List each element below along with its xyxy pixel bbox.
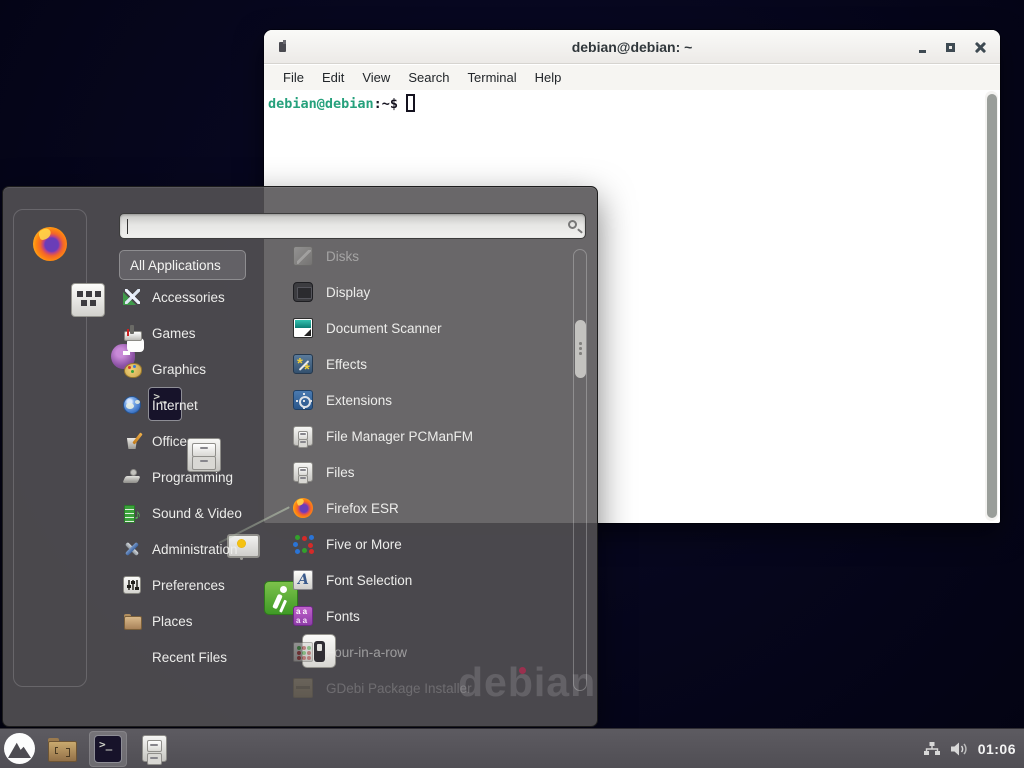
app-item-firefox-esr[interactable]: Firefox ESR (293, 493, 571, 523)
menu-search[interactable]: Search (399, 67, 458, 88)
app-item-disks[interactable]: Disks (293, 241, 571, 271)
file-cabinet-icon (293, 426, 313, 446)
clock[interactable]: 01:06 (978, 741, 1016, 757)
firefox-icon (293, 498, 313, 518)
minimize-button[interactable] (919, 50, 926, 53)
terminal-menubar: File Edit View Search Terminal Help (264, 65, 1000, 90)
app-item-five-or-more[interactable]: Five or More (293, 529, 571, 559)
blank-icon (123, 648, 141, 666)
file-cabinet-icon (293, 462, 313, 482)
search-input[interactable] (119, 213, 586, 239)
category-office[interactable]: Office (123, 426, 283, 456)
app-item-file-manager-pcmanfm[interactable]: File Manager PCManFM (293, 421, 571, 451)
keyboard-icon[interactable] (71, 283, 105, 317)
volume-icon[interactable] (950, 741, 969, 757)
display-icon (293, 282, 313, 302)
taskbar-files-button[interactable] (135, 731, 173, 767)
category-programming[interactable]: Programming (123, 462, 283, 492)
menu-file[interactable]: File (274, 67, 313, 88)
desktop-background: debian@debian: ~ File Edit View Search T… (0, 0, 1024, 768)
five-or-more-icon (293, 534, 313, 554)
menu-terminal[interactable]: Terminal (459, 67, 526, 88)
menu-edit[interactable]: Edit (313, 67, 353, 88)
category-places[interactable]: Places (123, 606, 283, 636)
category-all-applications[interactable]: All Applications (119, 250, 246, 280)
app-item-fonts[interactable]: Fonts (293, 601, 571, 631)
file-manager-folder-icon (48, 738, 76, 760)
files-cabinet-icon (142, 735, 167, 762)
extensions-icon (293, 390, 313, 410)
graphics-icon (123, 360, 141, 378)
administration-icon (123, 540, 141, 558)
close-button[interactable] (975, 42, 986, 53)
prompt-user-host: debian@debian (268, 96, 374, 112)
app-item-files[interactable]: Files (293, 457, 571, 487)
search-icon (568, 220, 577, 229)
app-item-extensions[interactable]: Extensions (293, 385, 571, 415)
category-games[interactable]: Games (123, 318, 283, 348)
programming-icon (123, 468, 141, 486)
taskbar-terminal-button[interactable] (89, 731, 127, 767)
app-item-effects[interactable]: Effects (293, 349, 571, 379)
category-graphics[interactable]: Graphics (123, 354, 283, 384)
menu-help[interactable]: Help (526, 67, 571, 88)
gdebi-icon (293, 678, 313, 698)
app-item-font-selection[interactable]: Font Selection (293, 565, 571, 595)
category-recent-files[interactable]: Recent Files (123, 642, 283, 672)
games-icon (123, 324, 141, 342)
font-selection-icon (293, 570, 313, 590)
disks-icon (293, 246, 313, 266)
terminal-window-title: debian@debian: ~ (264, 39, 1000, 55)
firefox-icon[interactable] (33, 227, 67, 261)
effects-icon (293, 354, 313, 374)
office-icon (123, 432, 141, 450)
menu-orb-icon[interactable] (4, 733, 35, 764)
app-item-display[interactable]: Display (293, 277, 571, 307)
taskbar: 01:06 (0, 728, 1024, 768)
app-item-document-scanner[interactable]: Document Scanner (293, 313, 571, 343)
shell-prompt: debian@debian:~$ (268, 94, 415, 112)
category-label: All Applications (130, 258, 221, 273)
sound-video-icon (123, 504, 141, 522)
terminal-icon (94, 735, 122, 763)
document-scanner-icon (293, 318, 313, 338)
network-icon[interactable] (923, 741, 941, 757)
debian-watermark-dot (519, 667, 526, 674)
terminal-window-icon (279, 42, 286, 52)
maximize-button[interactable] (946, 43, 955, 52)
fonts-icon (293, 606, 313, 626)
app-list-scrollbar-thumb[interactable] (575, 320, 586, 378)
debian-watermark: debian (458, 659, 596, 706)
category-administration[interactable]: Administration (123, 534, 283, 564)
taskbar-file-manager-button[interactable] (43, 731, 81, 767)
places-icon (123, 612, 141, 630)
category-preferences[interactable]: Preferences (123, 570, 283, 600)
application-menu: All Applications Accessories Games Graph… (2, 186, 598, 727)
system-tray: 01:06 (923, 741, 1024, 757)
text-caret (127, 219, 128, 234)
folder-mark (55, 747, 58, 754)
prompt-suffix: :~$ (374, 96, 398, 112)
preferences-icon (123, 576, 141, 594)
terminal-cursor (406, 94, 415, 112)
terminal-titlebar[interactable]: debian@debian: ~ (264, 30, 1000, 64)
app-list-scrollbar[interactable] (573, 249, 587, 691)
accessories-icon (123, 288, 141, 306)
category-accessories[interactable]: Accessories (123, 282, 283, 312)
internet-icon (123, 396, 141, 414)
terminal-scrollbar[interactable] (985, 91, 998, 521)
menu-view[interactable]: View (353, 67, 399, 88)
four-in-a-row-icon (293, 642, 313, 662)
terminal-scrollbar-thumb[interactable] (987, 94, 997, 518)
favorites-panel (13, 209, 87, 687)
category-internet[interactable]: Internet (123, 390, 283, 420)
